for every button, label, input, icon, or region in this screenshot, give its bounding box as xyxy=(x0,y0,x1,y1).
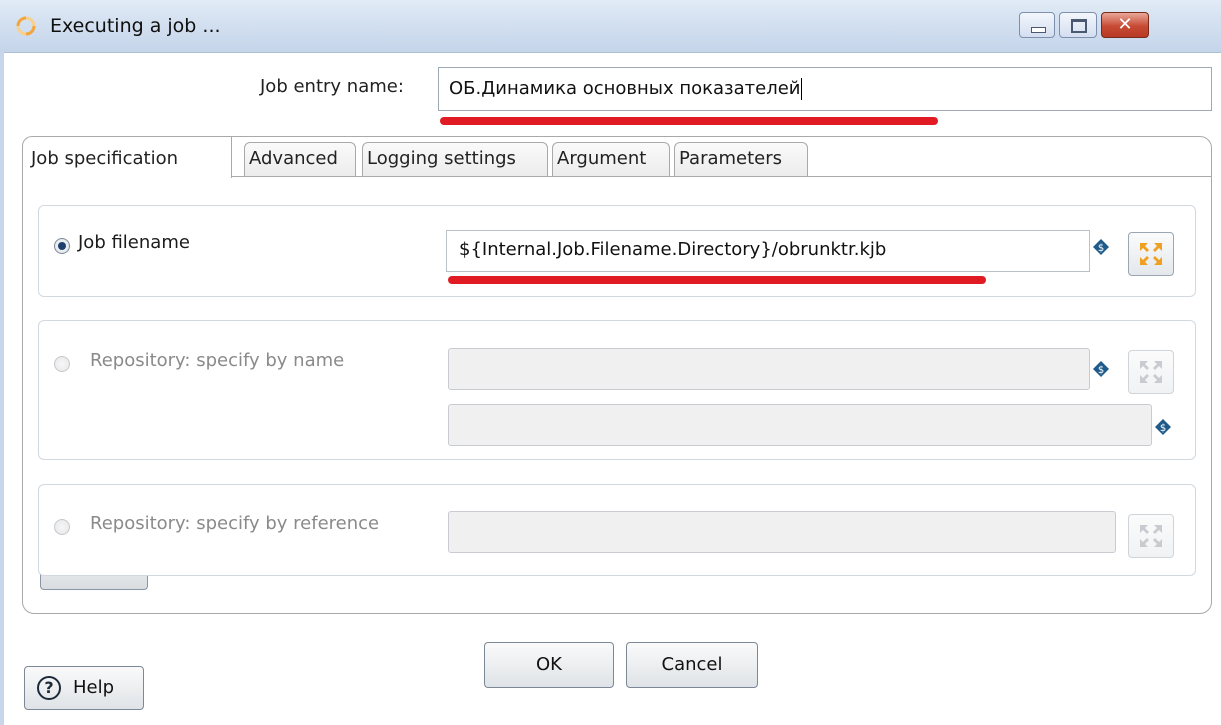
browse-job-file-button[interactable] xyxy=(1128,232,1174,276)
window-titlebar[interactable]: Executing a job ... ✕ xyxy=(0,0,1221,53)
close-button[interactable]: ✕ xyxy=(1101,12,1149,38)
browse-arrows-icon xyxy=(1140,525,1162,547)
window-border xyxy=(0,52,4,725)
variable-dollar-icon[interactable]: $ xyxy=(1154,418,1172,436)
svg-text:$: $ xyxy=(1098,243,1104,254)
minimize-button[interactable] xyxy=(1019,12,1055,38)
ok-button[interactable]: OK xyxy=(484,642,614,688)
maximize-button[interactable] xyxy=(1059,12,1097,38)
highlight-underline xyxy=(440,117,938,125)
highlight-underline xyxy=(448,276,986,284)
job-entry-name-label: Job entry name: xyxy=(260,76,404,97)
repository-reference-input[interactable] xyxy=(448,511,1116,553)
svg-text:$: $ xyxy=(1160,423,1166,434)
variable-dollar-icon[interactable]: $ xyxy=(1092,238,1110,256)
browse-repository-button[interactable] xyxy=(1128,350,1174,394)
job-entry-name-input[interactable]: ОБ.Динамика основных показателей xyxy=(438,67,1212,111)
help-button[interactable]: ? Help xyxy=(24,666,144,710)
tab-job-specification[interactable]: Job specification xyxy=(22,136,232,178)
window-title: Executing a job ... xyxy=(50,15,221,37)
browse-arrows-icon xyxy=(1140,243,1162,265)
browse-reference-button[interactable] xyxy=(1128,514,1174,558)
repository-by-name-label: Repository: specify by name xyxy=(90,350,345,371)
repository-by-name-radio[interactable] xyxy=(54,356,70,372)
tab-argument[interactable]: Argument xyxy=(552,142,670,176)
tab-logging-settings[interactable]: Logging settings xyxy=(362,142,548,176)
svg-text:$: $ xyxy=(1098,365,1104,376)
tab-advanced[interactable]: Advanced xyxy=(244,142,356,176)
browse-arrows-icon xyxy=(1140,361,1162,383)
repository-by-reference-label: Repository: specify by reference xyxy=(90,513,380,534)
close-icon: ✕ xyxy=(1117,14,1133,35)
job-filename-label: Job filename xyxy=(78,232,190,253)
job-filename-input[interactable]: ${Internal.Job.Filename.Directory}/obrun… xyxy=(446,230,1090,272)
job-filename-radio[interactable] xyxy=(54,238,70,254)
help-circle-icon: ? xyxy=(37,676,61,700)
help-button-label: Help xyxy=(73,677,115,698)
tab-parameters[interactable]: Parameters xyxy=(674,142,808,176)
repository-directory-input[interactable] xyxy=(448,348,1090,390)
job-entry-name-value: ОБ.Динамика основных показателей xyxy=(449,78,801,99)
cancel-button[interactable]: Cancel xyxy=(626,642,758,688)
repository-job-name-input[interactable] xyxy=(448,404,1152,446)
text-caret xyxy=(801,78,803,100)
spinner-icon xyxy=(16,16,36,36)
repository-by-reference-radio[interactable] xyxy=(54,519,70,535)
variable-dollar-icon[interactable]: $ xyxy=(1092,360,1110,378)
